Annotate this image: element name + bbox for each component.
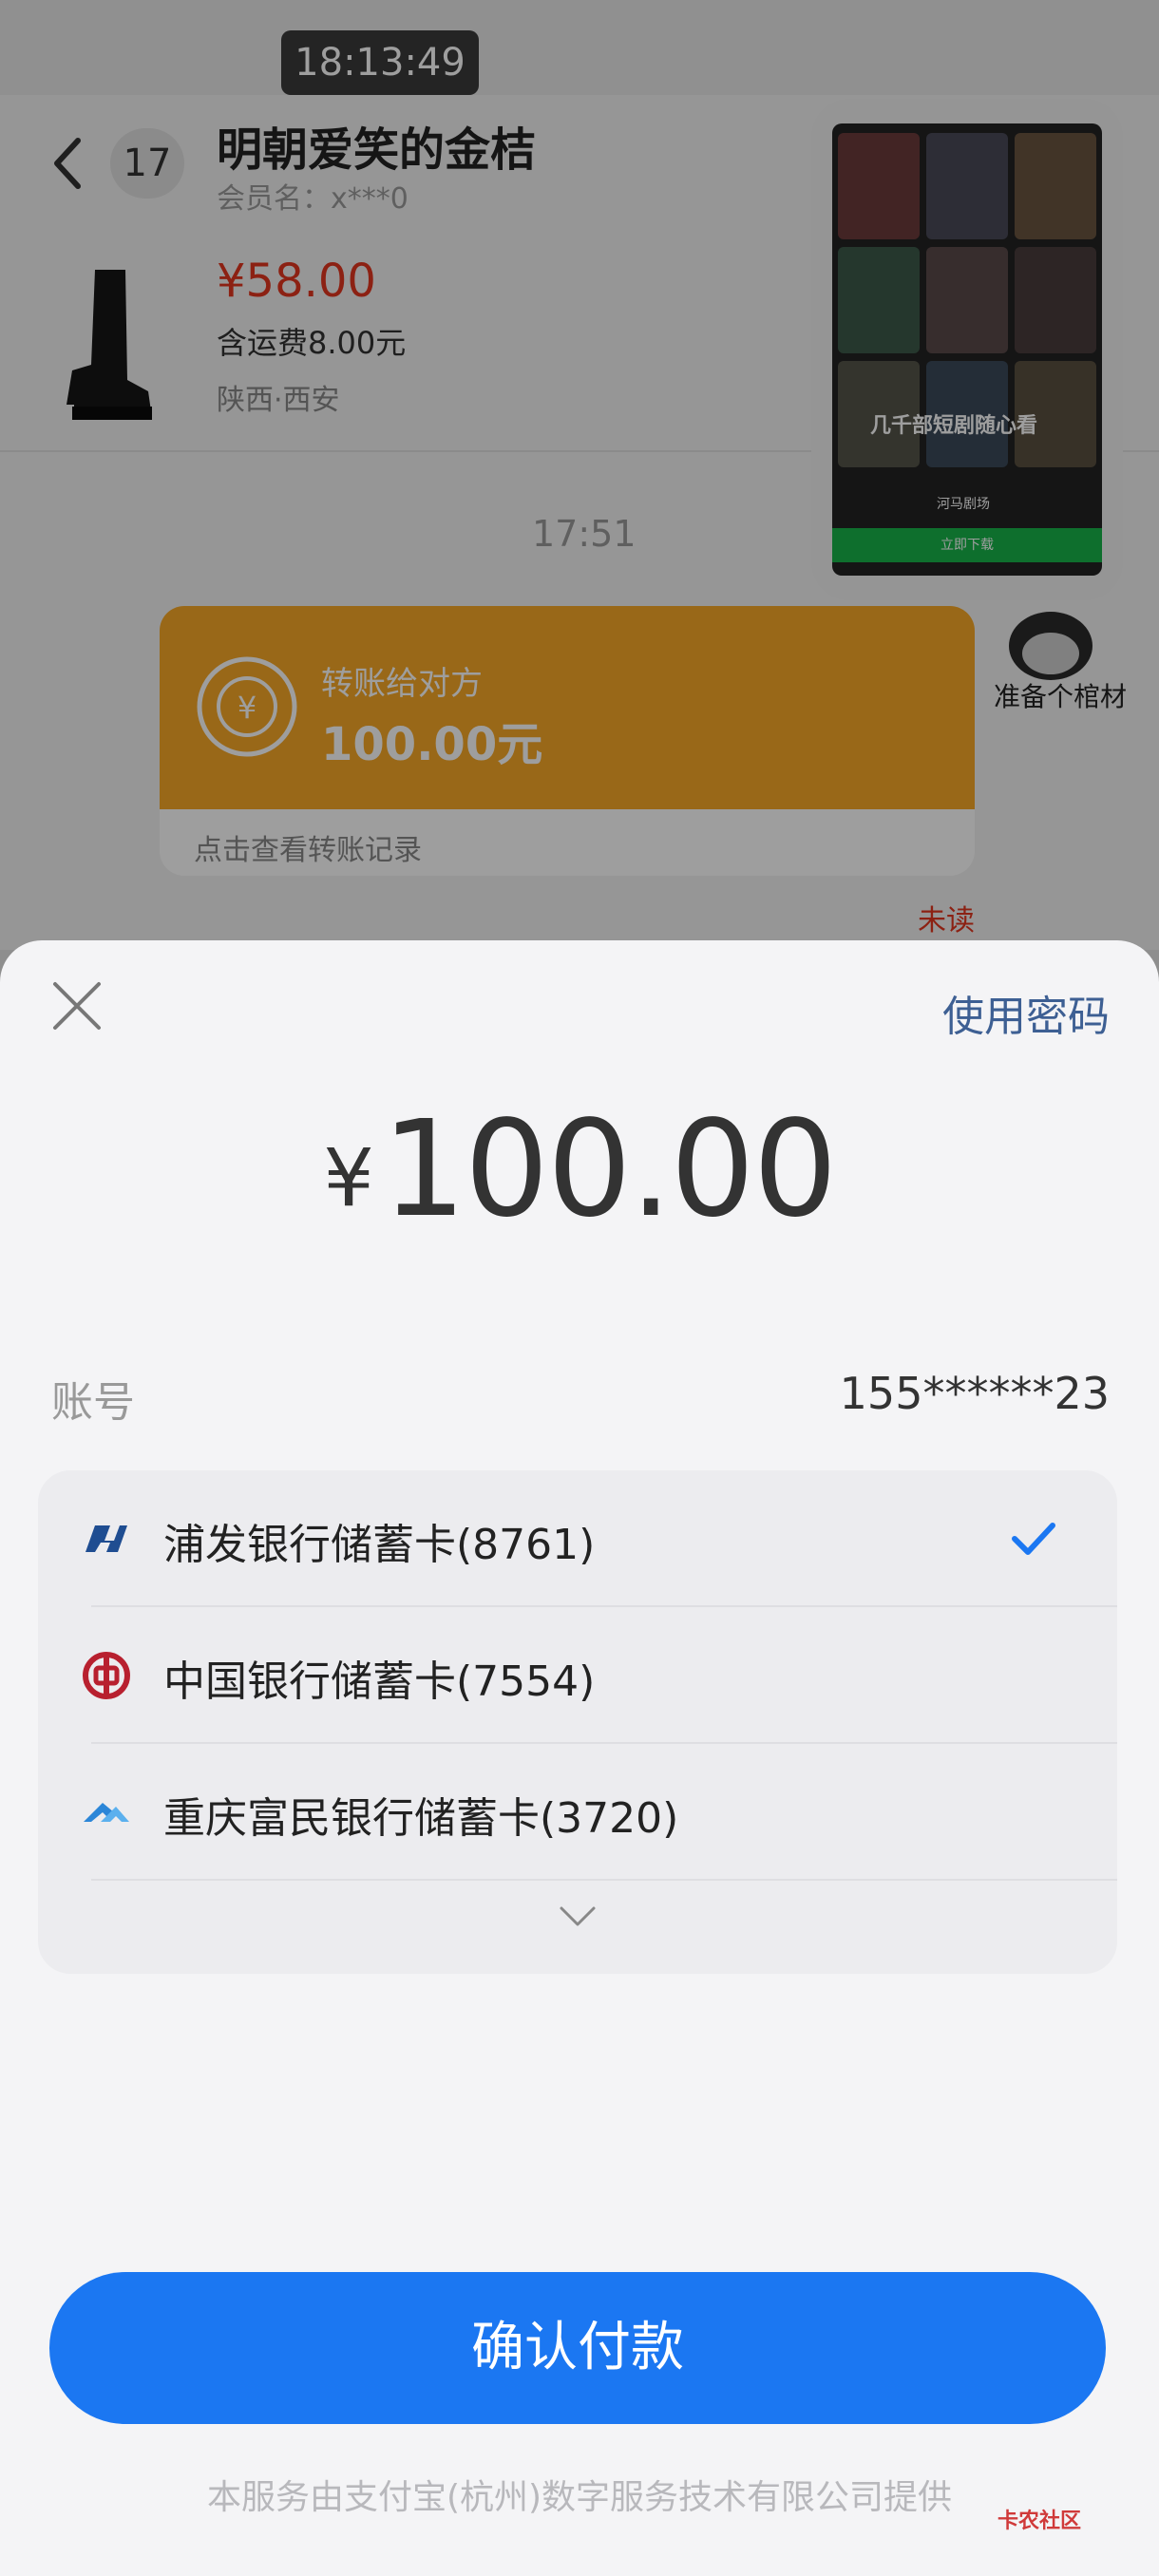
payment-amount: ¥100.00 xyxy=(0,1092,1159,1247)
currency-symbol: ¥ xyxy=(323,1131,374,1224)
boc-bank-icon xyxy=(83,1652,130,1699)
payment-sheet: 使用密码 ¥100.00 账号 155******23 浦发银行储蓄卡(8761… xyxy=(0,940,1159,2576)
confirm-payment-button[interactable]: 确认付款 xyxy=(49,2272,1106,2424)
bank-option-boc[interactable]: 中国银行储蓄卡(7554) xyxy=(38,1607,1117,1744)
service-provider-note: 本服务由支付宝(杭州)数字服务技术有限公司提供 xyxy=(206,2478,953,2517)
spdb-bank-icon xyxy=(86,1525,127,1552)
bank-option-fumin[interactable]: 重庆富民银行储蓄卡(3720) xyxy=(38,1744,1117,1881)
divider xyxy=(91,1879,1117,1881)
fumin-bank-icon xyxy=(84,1803,129,1822)
bank-card-list: 浦发银行储蓄卡(8761) 中国银行储蓄卡(7554) 重庆富民银行储蓄卡(37… xyxy=(38,1470,1117,1974)
use-password-link[interactable]: 使用密码 xyxy=(942,982,1110,1043)
account-value: 155******23 xyxy=(839,1368,1110,1419)
bank-name: 浦发银行储蓄卡(8761) xyxy=(163,1521,596,1569)
bank-name: 重庆富民银行储蓄卡(3720) xyxy=(163,1794,679,1843)
modal-dim-overlay[interactable] xyxy=(0,0,1159,950)
chevron-down-icon[interactable] xyxy=(559,1905,597,1928)
check-icon xyxy=(1012,1523,1055,1555)
account-label: 账号 xyxy=(51,1378,135,1427)
bank-option-spdb[interactable]: 浦发银行储蓄卡(8761) xyxy=(38,1470,1117,1607)
watermark: 卡农社区 xyxy=(998,2510,1082,2533)
amount-value: 100.00 xyxy=(381,1092,838,1247)
close-icon[interactable] xyxy=(51,980,103,1032)
bank-name: 中国银行储蓄卡(7554) xyxy=(163,1657,596,1706)
